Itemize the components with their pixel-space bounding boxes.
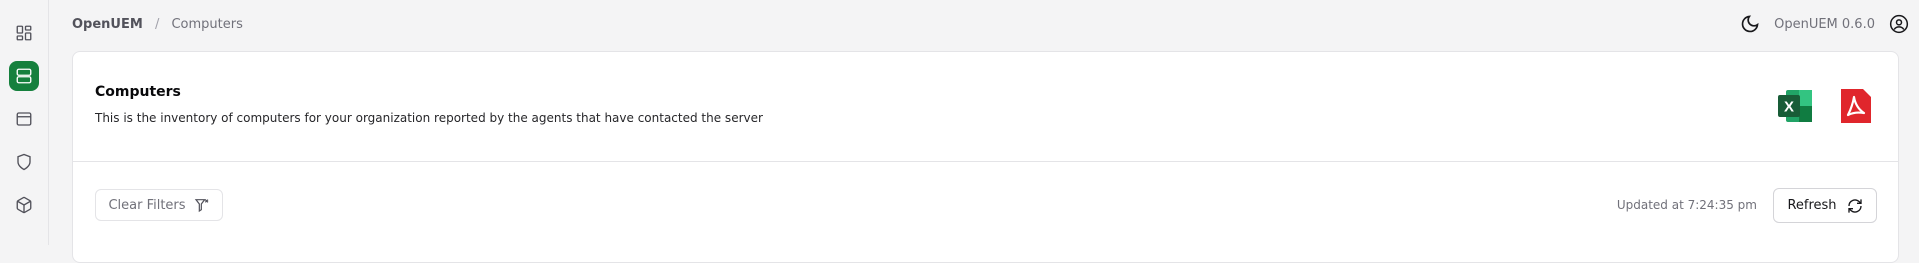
refresh-button[interactable]: Refresh: [1773, 188, 1877, 223]
breadcrumb-separator: /: [154, 17, 160, 32]
breadcrumb: OpenUEM / Computers: [72, 17, 243, 32]
sidebar-item-dashboard[interactable]: [9, 18, 39, 48]
pdf-icon: [1841, 89, 1871, 123]
refresh-icon: [1847, 198, 1862, 213]
refresh-label: Refresh: [1787, 198, 1837, 213]
sidebar: [0, 0, 49, 245]
breadcrumb-root-link[interactable]: OpenUEM: [72, 17, 143, 32]
user-menu-button[interactable]: [1889, 14, 1909, 34]
window-icon: [16, 112, 32, 126]
excel-icon: X: [1778, 90, 1812, 122]
dashboard-grid-icon: [16, 25, 32, 41]
page-title: Computers: [95, 84, 181, 100]
breadcrumb-current: Computers: [171, 17, 243, 32]
user-circle-icon: [1889, 14, 1909, 34]
clear-filters-button[interactable]: Clear Filters: [95, 189, 223, 221]
export-excel-button[interactable]: X: [1775, 86, 1815, 126]
card-header: Computers This is the inventory of compu…: [73, 52, 1898, 162]
sidebar-item-software[interactable]: [9, 190, 39, 220]
filter-x-icon: [194, 199, 208, 213]
sidebar-item-security[interactable]: [9, 147, 39, 177]
moon-icon: [1741, 15, 1759, 33]
export-pdf-button[interactable]: [1836, 86, 1876, 126]
updated-timestamp: Updated at 7:24:35 pm: [1616, 198, 1757, 212]
theme-toggle-button[interactable]: [1740, 14, 1760, 34]
server-icon: [16, 68, 32, 84]
shield-icon: [17, 153, 31, 171]
version-label: OpenUEM 0.6.0: [1774, 16, 1875, 32]
sidebar-item-browser[interactable]: [9, 104, 39, 134]
package-icon: [16, 196, 32, 214]
computers-card: Computers This is the inventory of compu…: [72, 51, 1899, 263]
clear-filters-label: Clear Filters: [108, 197, 186, 213]
sidebar-item-computers[interactable]: [9, 61, 39, 91]
page-description: This is the inventory of computers for y…: [95, 111, 763, 125]
svg-text:X: X: [1784, 99, 1794, 116]
header-actions: OpenUEM 0.6.0: [1740, 14, 1909, 34]
